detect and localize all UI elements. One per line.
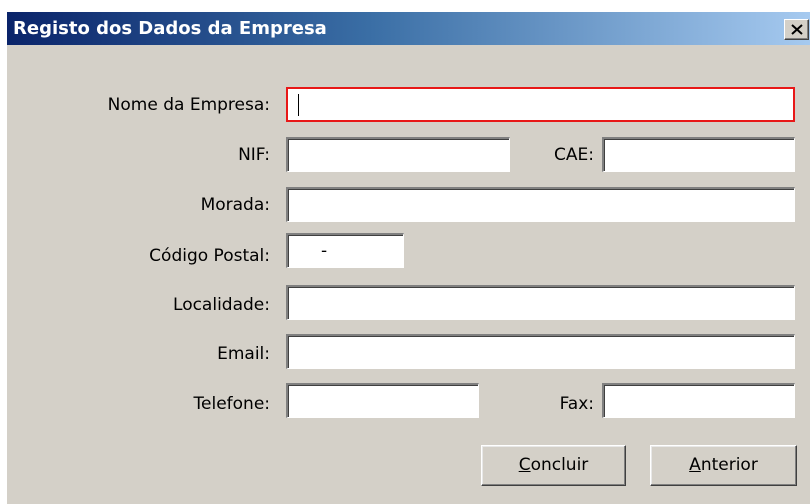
morada-label: Morada: [200, 195, 270, 215]
nif-input[interactable] [286, 137, 510, 172]
window-title: Registo dos Dados da Empresa [13, 18, 327, 39]
fax-label: Fax: [559, 394, 594, 414]
concluir-label: oncluir [530, 455, 589, 475]
telefone-input[interactable] [286, 383, 479, 418]
close-button[interactable] [784, 19, 809, 40]
anterior-mnemonic: A [689, 455, 701, 475]
localidade-label: Localidade: [173, 295, 270, 315]
morada-input[interactable] [286, 187, 795, 222]
codigo-postal-value: - [321, 241, 328, 261]
nome-empresa-input[interactable] [286, 87, 795, 122]
email-input[interactable] [286, 334, 795, 369]
anterior-button[interactable]: Anterior [650, 445, 797, 486]
title-bar[interactable]: Registo dos Dados da Empresa [7, 12, 810, 45]
nome-empresa-label: Nome da Empresa: [107, 95, 270, 115]
text-caret [298, 94, 299, 116]
nif-label: NIF: [238, 145, 270, 165]
cae-label: CAE: [554, 145, 594, 165]
telefone-label: Telefone: [193, 394, 270, 414]
dialog-window: Registo dos Dados da Empresa Nome da Emp… [6, 12, 810, 504]
cae-input[interactable] [602, 137, 795, 172]
anterior-label: nterior [700, 455, 758, 475]
fax-input[interactable] [602, 383, 795, 418]
localidade-input[interactable] [286, 285, 795, 320]
codigo-postal-label: Código Postal: [149, 246, 270, 266]
codigo-postal-input[interactable]: - [286, 233, 404, 268]
email-label: Email: [217, 344, 270, 364]
concluir-mnemonic: C [518, 455, 531, 475]
close-icon [791, 24, 803, 35]
concluir-button[interactable]: Concluir [481, 445, 626, 486]
